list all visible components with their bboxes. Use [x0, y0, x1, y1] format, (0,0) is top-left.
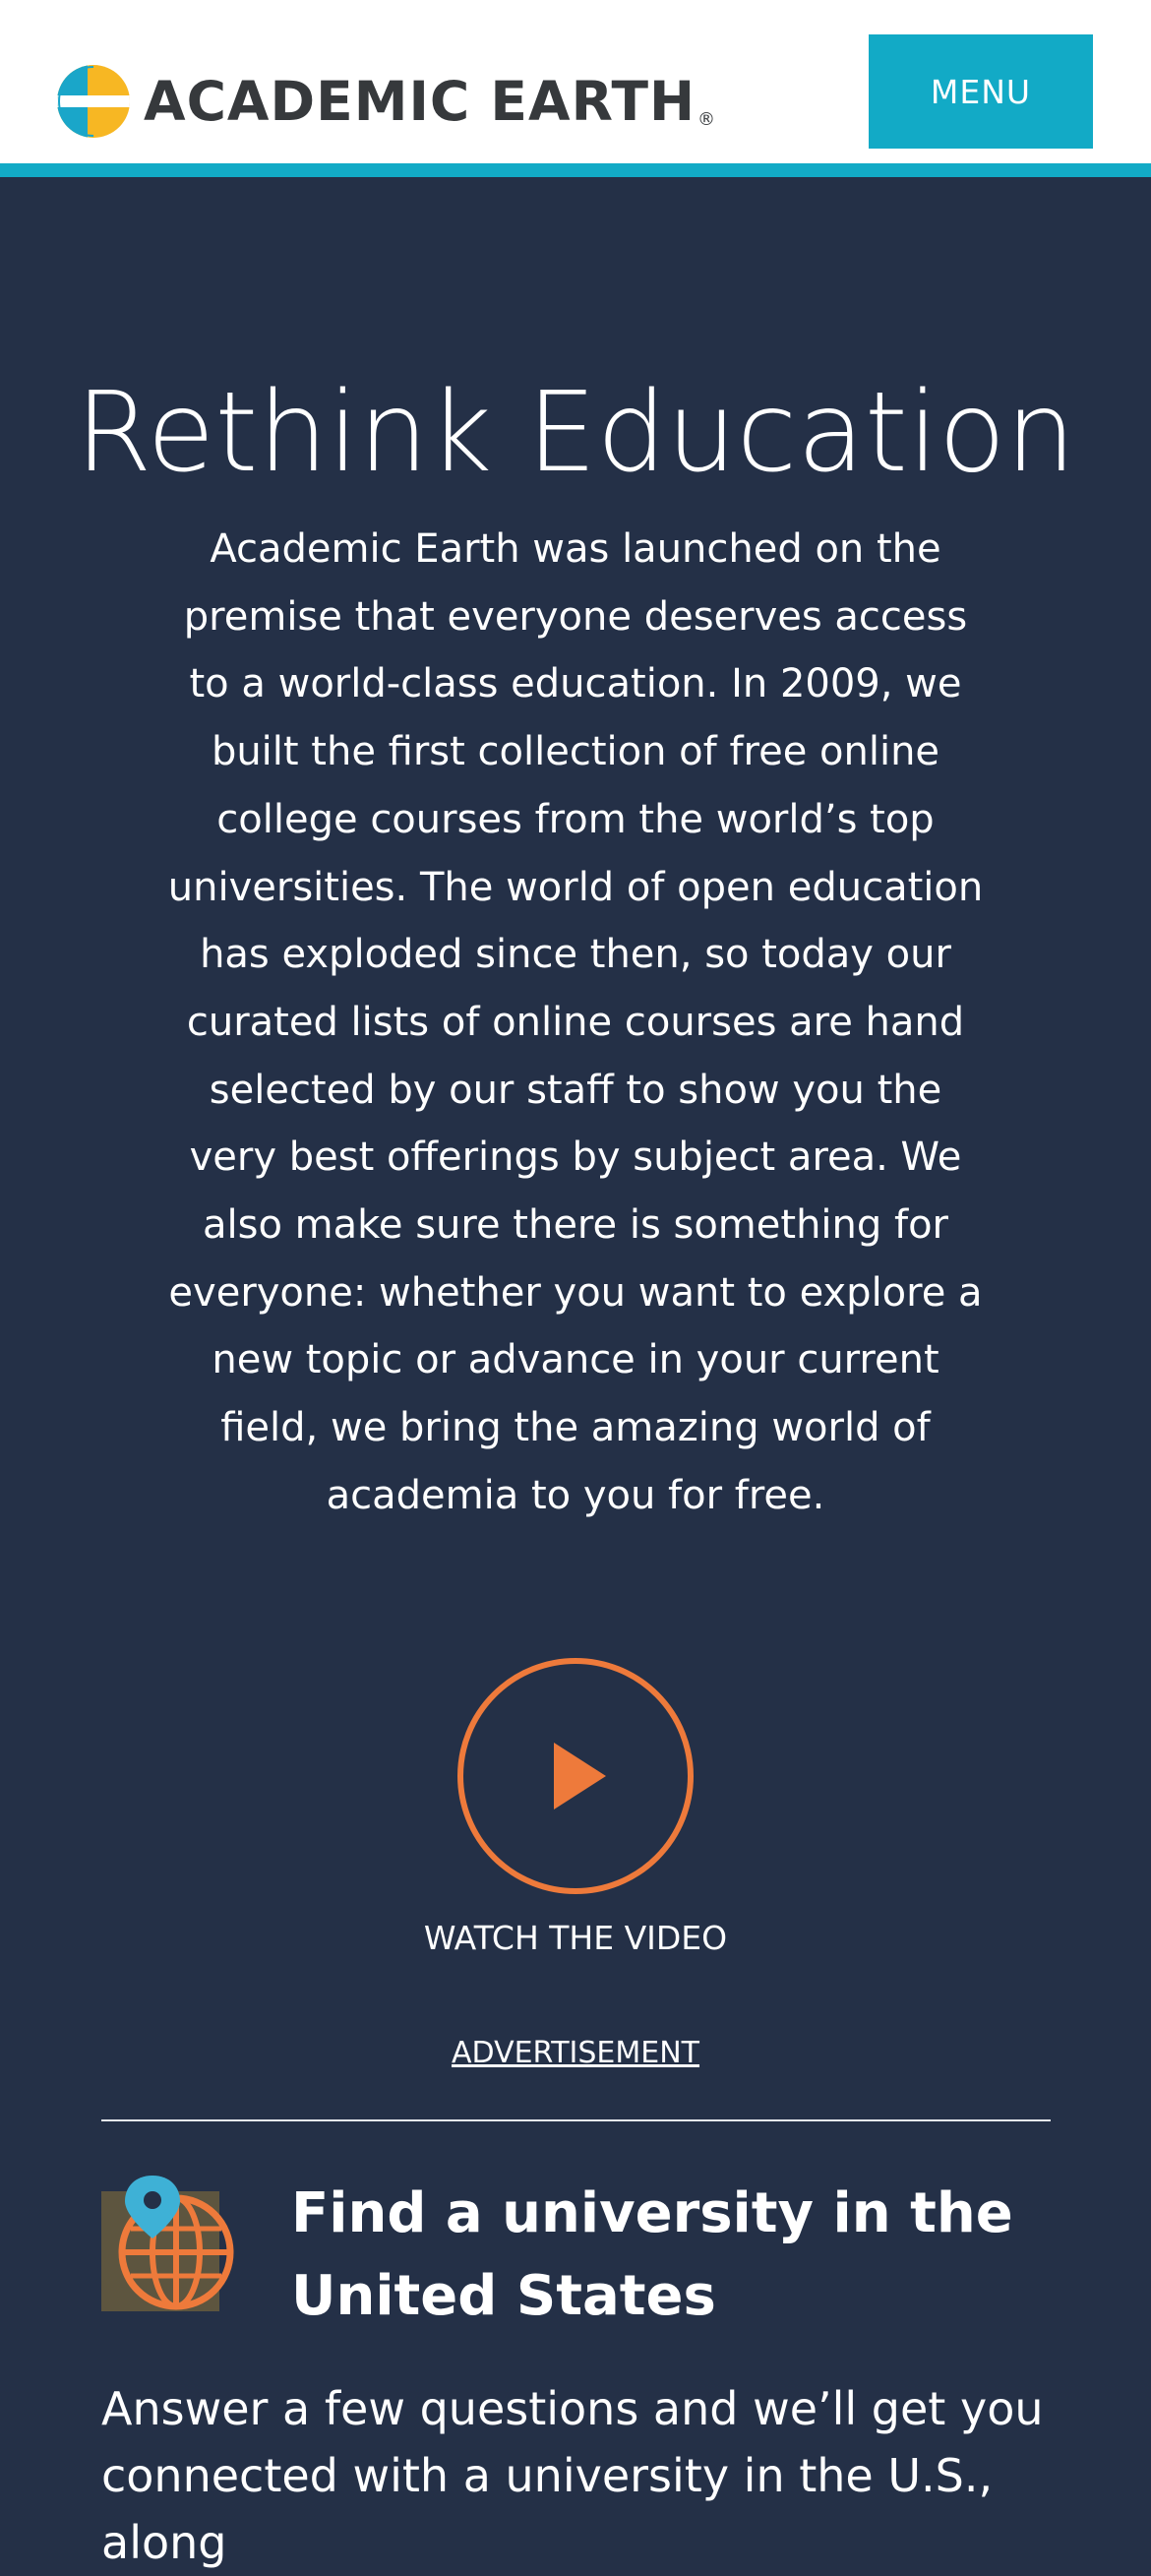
play-circle-icon: [455, 1656, 696, 1896]
site-logo[interactable]: ACADEMIC EARTH ®: [57, 65, 715, 138]
academic-earth-logo-icon: [57, 65, 130, 138]
globe-location-icon: [101, 2170, 249, 2319]
site-header: ACADEMIC EARTH ® MENU: [0, 0, 1151, 177]
play-video-button[interactable]: [455, 1656, 696, 1896]
university-finder-title[interactable]: Find a university in the United States: [291, 2173, 1078, 2338]
logo-text: ACADEMIC EARTH: [144, 69, 696, 133]
logo-registered-mark: ®: [697, 108, 715, 130]
advertisement-link[interactable]: ADVERTISEMENT: [0, 2034, 1151, 2073]
menu-button[interactable]: MENU: [869, 34, 1093, 149]
university-finder-description: Answer a few questions and we’ll get you…: [101, 2382, 1044, 2569]
section-divider: [101, 2119, 1051, 2121]
hero-description: Academic Earth was launched on the premi…: [167, 526, 984, 1518]
watch-video-link[interactable]: WATCH THE VIDEO: [0, 1917, 1151, 1960]
page-title: Rethink Education: [75, 369, 1076, 497]
